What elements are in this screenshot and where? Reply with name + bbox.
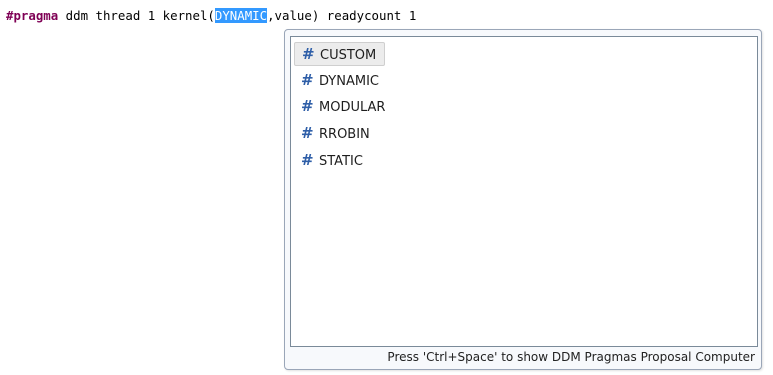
proposal-item-label: STATIC <box>319 154 363 169</box>
proposal-item-rrobin[interactable]: # RROBIN <box>294 121 378 145</box>
proposal-item-modular[interactable]: # MODULAR <box>294 94 393 118</box>
pragma-keyword: #pragma <box>6 8 59 23</box>
code-editor[interactable]: #pragma ddm thread 1 kernel(DYNAMIC,valu… <box>0 0 773 375</box>
hash-icon: # <box>301 151 314 169</box>
proposal-item-label: CUSTOM <box>320 48 377 63</box>
content-assist-popup: # CUSTOM # DYNAMIC # MODULAR # RROBIN # STATI… <box>284 29 762 370</box>
code-line[interactable]: #pragma ddm thread 1 kernel(DYNAMIC,valu… <box>6 7 416 25</box>
code-text-after-selection: ,value) readycount 1 <box>267 8 417 23</box>
code-text-before-selection: ddm thread 1 kernel( <box>58 8 215 23</box>
proposal-list[interactable]: # CUSTOM # DYNAMIC # MODULAR # RROBIN # STATI… <box>290 36 758 347</box>
hash-icon: # <box>302 45 315 63</box>
hash-icon: # <box>301 71 314 89</box>
proposal-item-label: MODULAR <box>319 100 386 115</box>
proposal-item-label: RROBIN <box>319 127 370 142</box>
proposal-item-custom[interactable]: # CUSTOM <box>294 42 386 66</box>
selected-text[interactable]: DYNAMIC <box>214 8 268 23</box>
hash-icon: # <box>301 97 314 115</box>
proposal-item-dynamic[interactable]: # DYNAMIC <box>294 68 387 92</box>
proposal-item-label: DYNAMIC <box>319 74 379 89</box>
proposal-item-static[interactable]: # STATIC <box>294 148 371 172</box>
proposal-status-bar: Press 'Ctrl+Space' to show DDM Pragmas P… <box>290 348 758 366</box>
hash-icon: # <box>301 124 314 142</box>
